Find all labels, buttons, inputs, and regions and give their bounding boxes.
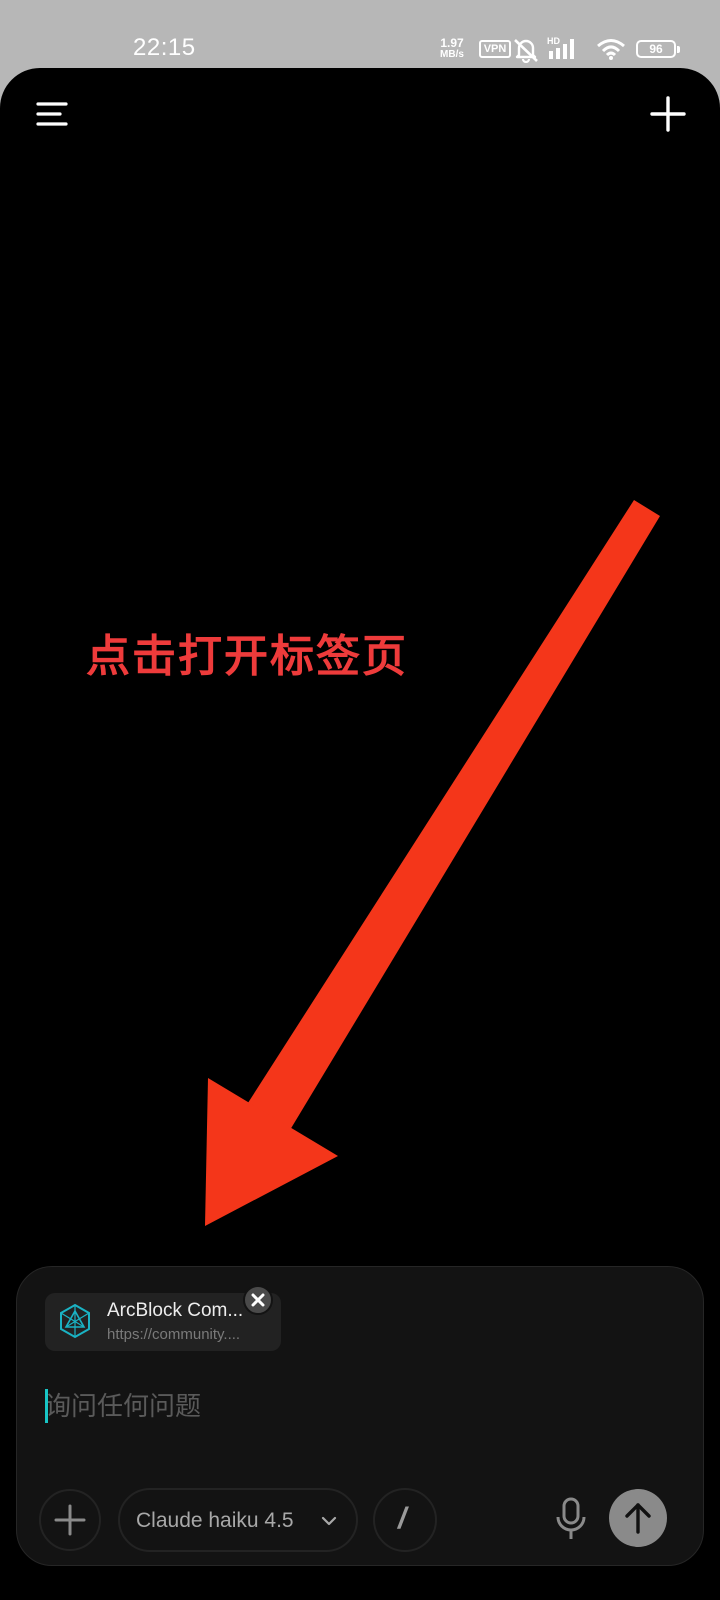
text-caret <box>45 1389 48 1423</box>
battery-indicator: 96 <box>636 40 680 58</box>
attach-button[interactable] <box>39 1489 101 1551</box>
cellular-signal-icon <box>549 39 574 59</box>
chevron-down-icon <box>321 1516 337 1526</box>
status-bar: 22:15 1.97 MB/s VPN HD 96 <box>0 0 720 66</box>
chat-screen: 点击打开标签页 ArcBlock Com... https://communit… <box>0 68 720 1600</box>
model-selector[interactable]: Claude haiku 4.5 <box>118 1488 358 1552</box>
mute-bell-icon <box>514 39 538 63</box>
arcblock-logo-icon <box>60 1303 90 1339</box>
composer: ArcBlock Com... https://community.... Cl… <box>16 1266 704 1566</box>
vpn-badge: VPN <box>479 40 511 58</box>
arrow-up-icon <box>625 1503 651 1534</box>
send-button[interactable] <box>609 1489 667 1547</box>
attached-tab-url: https://community.... <box>107 1326 241 1343</box>
wifi-icon <box>597 39 625 60</box>
plus-icon <box>54 1504 86 1536</box>
network-speed-unit: MB/s <box>440 49 464 60</box>
slash-command-button[interactable]: / <box>373 1488 437 1552</box>
model-label: Claude haiku 4.5 <box>136 1509 294 1532</box>
microphone-icon[interactable] <box>553 1493 589 1545</box>
slash-label: / <box>398 1502 407 1535</box>
status-time: 22:15 <box>133 34 196 61</box>
remove-tab-button[interactable] <box>243 1285 273 1315</box>
network-speed: 1.97 MB/s <box>432 36 472 60</box>
close-icon <box>251 1293 265 1307</box>
network-speed-value: 1.97 <box>440 36 464 50</box>
prompt-input[interactable] <box>45 1383 645 1431</box>
